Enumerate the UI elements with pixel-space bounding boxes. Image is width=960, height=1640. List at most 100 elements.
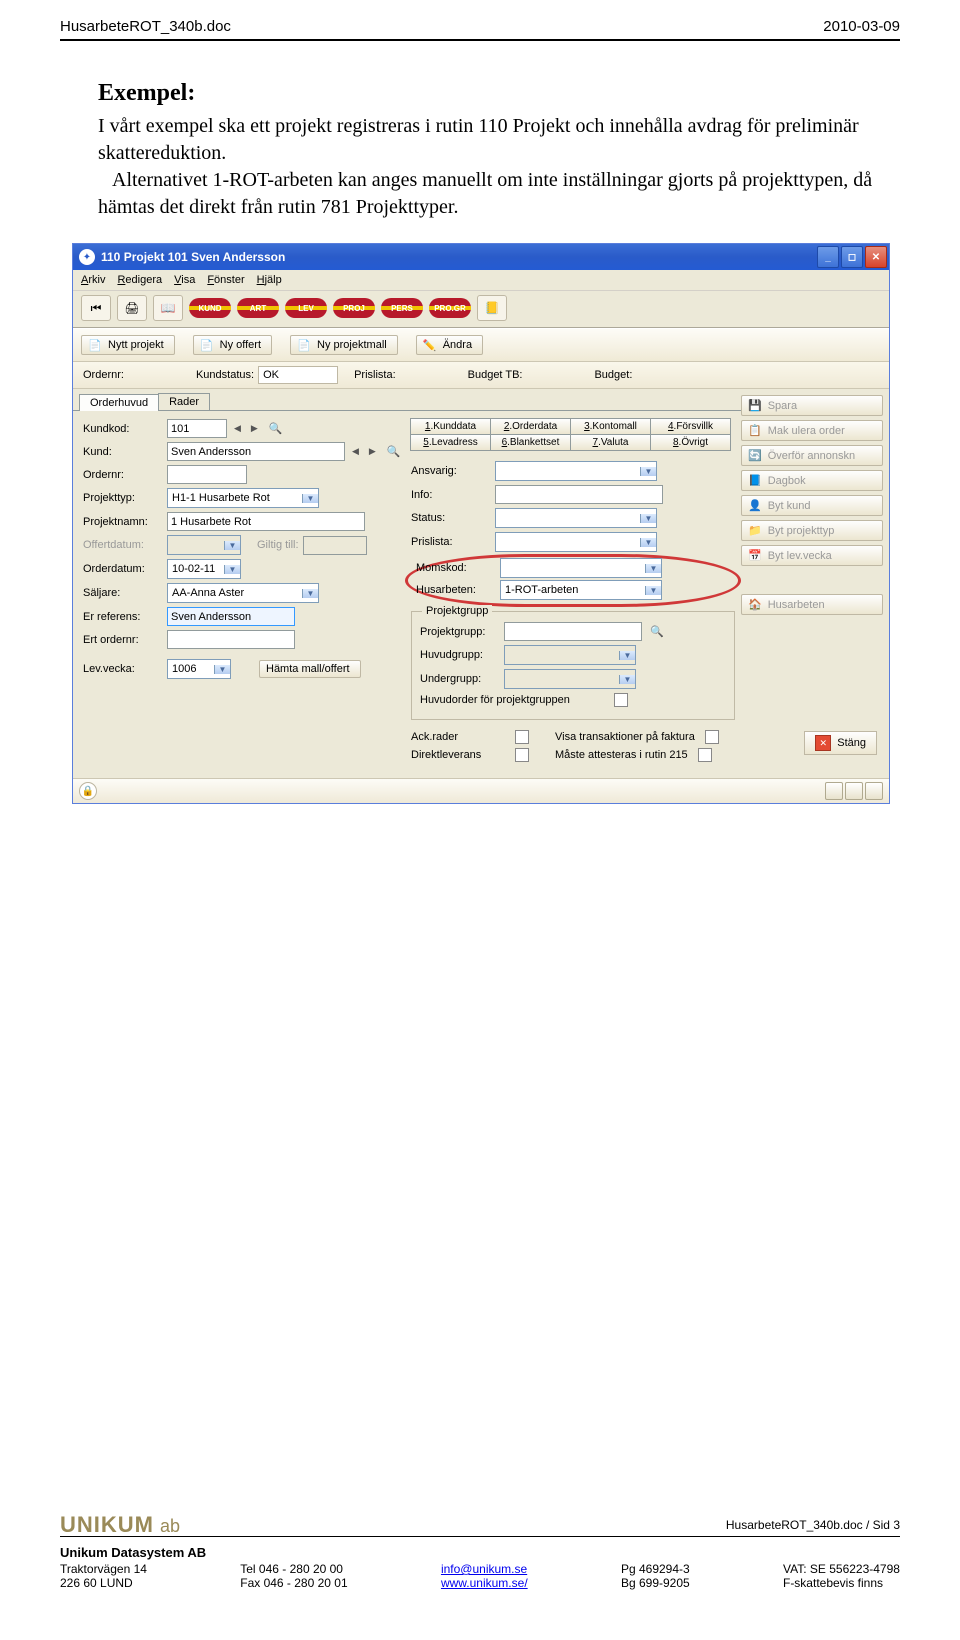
search-icon[interactable]: 🔍 xyxy=(650,625,664,638)
status-dropdown[interactable]: ▼ xyxy=(495,508,657,528)
ordernr-top-label: Ordernr: xyxy=(83,369,124,381)
pill-proj[interactable]: PROJ xyxy=(333,298,375,318)
prislista-dropdown[interactable]: ▼ xyxy=(495,532,657,552)
projektnamn-input[interactable]: 1 Husarbete Rot xyxy=(167,512,365,531)
status-bar: 🔒 xyxy=(73,778,889,803)
info-input[interactable] xyxy=(495,485,663,504)
web-link[interactable]: www.unikum.se/ xyxy=(441,1576,528,1590)
log-icon[interactable]: 📒 xyxy=(477,295,507,321)
meta-row: Ordernr: Kundstatus:OK Prislista: Budget… xyxy=(73,362,889,389)
ansvarig-dropdown[interactable]: ▼ xyxy=(495,461,657,481)
calendar-icon: 📅 xyxy=(748,549,762,562)
menu-redigera[interactable]: Redigera xyxy=(117,274,162,286)
subtab-8[interactable]: 8.Övrigt xyxy=(650,434,731,451)
close-button[interactable]: ✕ xyxy=(865,246,887,268)
subtab-4[interactable]: 4.Försvillk xyxy=(650,418,731,435)
ny-offert-button[interactable]: 📄Ny offert xyxy=(193,335,272,355)
company-name: Unikum Datasystem AB xyxy=(60,1545,900,1560)
kund-input[interactable]: Sven Andersson xyxy=(167,442,345,461)
maste-label: Måste attesteras i rutin 215 xyxy=(555,749,688,761)
prev-icon[interactable]: ◀ xyxy=(349,446,362,457)
andra-button[interactable]: ✏️Ändra xyxy=(416,335,483,355)
projekttyp-dropdown[interactable]: H1-1 Husarbete Rot▼ xyxy=(167,488,319,508)
projektgrupp-input[interactable] xyxy=(504,622,642,641)
pill-lev[interactable]: LEV xyxy=(285,298,327,318)
ack-checkbox[interactable] xyxy=(515,730,529,744)
lock-icon: 🔒 xyxy=(79,782,97,800)
status-btn-3[interactable] xyxy=(865,782,883,800)
kundstatus-label: Kundstatus: xyxy=(196,369,254,381)
bytkund-button: 👤Byt kund xyxy=(741,495,883,516)
stang-button[interactable]: ✕Stäng xyxy=(804,731,877,755)
ny-projektmall-button[interactable]: 📄Ny projektmall xyxy=(290,335,398,355)
subtab-7[interactable]: 7.Valuta xyxy=(570,434,651,451)
menu-visa[interactable]: Visa xyxy=(174,274,195,286)
status-btn-1[interactable] xyxy=(825,782,843,800)
pill-pers[interactable]: PERS xyxy=(381,298,423,318)
ordernr-label: Ordernr: xyxy=(83,469,163,481)
direkt-label: Direktleverans xyxy=(411,749,511,761)
budget-label: Budget: xyxy=(594,369,632,381)
undergrupp-label: Undergrupp: xyxy=(420,673,500,685)
direkt-checkbox[interactable] xyxy=(515,748,529,762)
visa-checkbox[interactable] xyxy=(705,730,719,744)
mail-link[interactable]: info@unikum.se xyxy=(441,1562,528,1576)
huvudorder-checkbox[interactable] xyxy=(614,693,628,707)
vat: VAT: SE 556223-4798 xyxy=(783,1562,900,1576)
maximize-button[interactable]: ◻ xyxy=(841,246,863,268)
bytlevvecka-button: 📅Byt lev.vecka xyxy=(741,545,883,566)
ertorder-input[interactable] xyxy=(167,630,295,649)
paragraph-1: I vårt exempel ska ett projekt registrer… xyxy=(98,113,885,167)
tab-orderhuvud[interactable]: Orderhuvud xyxy=(79,394,159,411)
offertdatum-dropdown: ▼ xyxy=(167,535,241,555)
pill-art[interactable]: ART xyxy=(237,298,279,318)
subtab-3[interactable]: 3.Kontomall xyxy=(570,418,651,435)
saljare-dropdown[interactable]: AA-Anna Aster▼ xyxy=(167,583,319,603)
prislista-top-value xyxy=(400,367,452,383)
ordernr-input[interactable] xyxy=(167,465,247,484)
menu-arkiv[interactable]: Arkiv xyxy=(81,274,105,286)
subtab-2[interactable]: 2.Orderdata xyxy=(490,418,571,435)
form-tabs: Orderhuvud Rader xyxy=(79,393,741,410)
erref-input[interactable]: Sven Andersson xyxy=(167,607,295,626)
chevron-down-icon: ▼ xyxy=(645,564,661,573)
pill-progr[interactable]: PRO.GR xyxy=(429,298,471,318)
lev-dropdown[interactable]: 1006▼ xyxy=(167,659,231,679)
projekttyp-label: Projekttyp: xyxy=(83,492,163,504)
subtab-6[interactable]: 6.Blankettset xyxy=(490,434,571,451)
print-icon[interactable]: 🖨 xyxy=(117,295,147,321)
titlebar[interactable]: ✦ 110 Projekt 101 Sven Andersson _ ◻ ✕ xyxy=(73,244,889,270)
maste-checkbox[interactable] xyxy=(698,748,712,762)
chevron-down-icon: ▼ xyxy=(619,651,635,660)
form-area: Kundkod:101◀▶🔍 Kund:Sven Andersson◀▶🔍 Or… xyxy=(73,410,741,778)
hamta-button[interactable]: Hämta mall/offert xyxy=(259,660,361,678)
husarbeten-dropdown[interactable]: 1-ROT-arbeten▼ xyxy=(500,580,662,600)
save-icon: 💾 xyxy=(748,399,762,412)
next-icon[interactable]: ▶ xyxy=(366,446,379,457)
minimize-button[interactable]: _ xyxy=(817,246,839,268)
subtab-1[interactable]: 1.Kunddata xyxy=(410,418,491,435)
huvudgrupp-dropdown: ▼ xyxy=(504,645,636,665)
prev-icon[interactable]: ◀ xyxy=(231,423,244,434)
status-btn-2[interactable] xyxy=(845,782,863,800)
chevron-down-icon: ▼ xyxy=(645,586,661,595)
next-icon[interactable]: ▶ xyxy=(248,423,261,434)
momskod-dropdown[interactable]: ▼ xyxy=(500,558,662,578)
search-icon[interactable]: 🔍 xyxy=(387,445,401,458)
tab-rader[interactable]: Rader xyxy=(158,393,210,410)
fax: Fax 046 - 280 20 01 xyxy=(240,1576,347,1590)
nav-first-icon[interactable]: ⏮ xyxy=(81,295,111,321)
menu-hjalp[interactable]: Hjälp xyxy=(257,274,282,286)
section-heading: Exempel: xyxy=(98,77,885,109)
menu-fonster[interactable]: Fönster xyxy=(207,274,244,286)
book-icon[interactable]: 📖 xyxy=(153,295,183,321)
kundstatus-value: OK xyxy=(258,366,338,384)
subtab-5[interactable]: 5.Levadress xyxy=(410,434,491,451)
home-icon: 🏠 xyxy=(748,598,762,611)
nytt-projekt-button[interactable]: 📄Nytt projekt xyxy=(81,335,175,355)
pill-kund[interactable]: KUND xyxy=(189,298,231,318)
kundkod-input[interactable]: 101 xyxy=(167,419,227,438)
orderdatum-dropdown[interactable]: 10-02-11▼ xyxy=(167,559,241,579)
huvudgrupp-label: Huvudgrupp: xyxy=(420,649,500,661)
search-icon[interactable]: 🔍 xyxy=(269,422,283,435)
